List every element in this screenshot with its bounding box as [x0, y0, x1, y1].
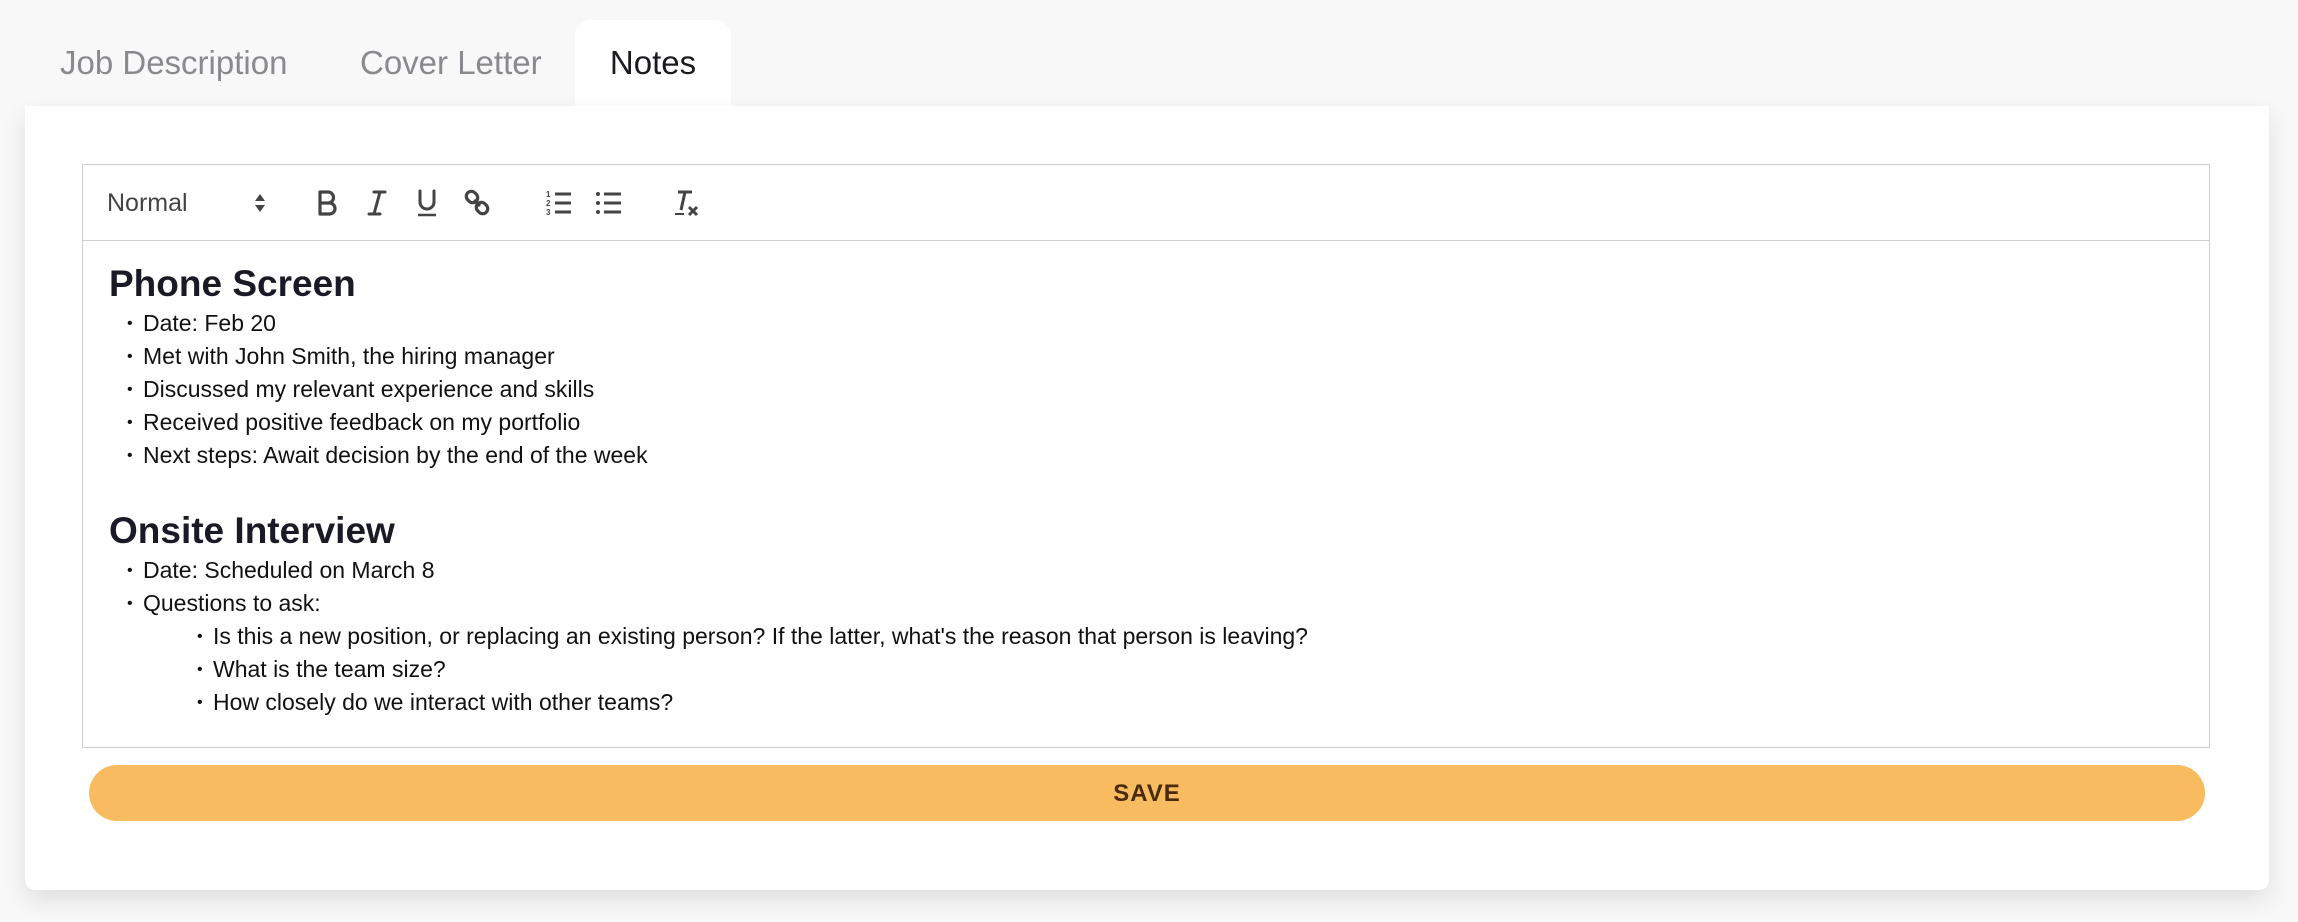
format-select-value: Normal [107, 188, 188, 217]
clear-formatting-button[interactable] [665, 165, 709, 241]
nested-list-item: How closely do we interact with other te… [109, 686, 2183, 719]
svg-text:2: 2 [546, 199, 551, 208]
tab-job-description[interactable]: Job Description [60, 20, 287, 106]
underline-button[interactable] [405, 165, 449, 241]
nested-bullet-list: Is this a new position, or replacing an … [109, 620, 2183, 719]
list-item: Date: Scheduled on March 8 [109, 554, 2183, 587]
bullet-list-button[interactable] [587, 165, 631, 241]
list-item: Questions to ask: [109, 587, 2183, 620]
tab-notes[interactable]: Notes [575, 20, 731, 106]
list-item: Met with John Smith, the hiring manager [109, 340, 2183, 373]
list-item: Received positive feedback on my portfol… [109, 406, 2183, 439]
list-item: Discussed my relevant experience and ski… [109, 373, 2183, 406]
bold-icon [315, 189, 339, 217]
link-button[interactable] [455, 165, 499, 241]
section-heading: Onsite Interview [109, 510, 395, 551]
italic-icon [366, 189, 388, 217]
ordered-list-button[interactable]: 123 [537, 165, 581, 241]
list-item: Next steps: Await decision by the end of… [109, 439, 2183, 472]
notes-panel: Normal 1 2 3 Phone Screen • Date: Feb 20… [25, 106, 2269, 890]
up-down-arrows-icon [253, 192, 267, 214]
save-button[interactable]: SAVE [89, 765, 2205, 821]
bullet-list: Date: Scheduled on March 8 Questions to … [109, 554, 2183, 620]
tab-cover-letter[interactable]: Cover Letter [360, 20, 542, 106]
tab-bar: Job Description Cover Letter Notes [0, 0, 2298, 106]
editor-content[interactable]: Phone Screen Date: Feb 20 Met with John … [83, 241, 2209, 739]
clear-formatting-icon [672, 188, 702, 218]
italic-button[interactable] [355, 165, 399, 241]
ordered-list-icon: 123 [545, 189, 573, 217]
nested-list-item: What is the team size? [109, 653, 2183, 686]
nested-list-item: Is this a new position, or replacing an … [109, 620, 2183, 653]
svg-text:3: 3 [546, 208, 551, 217]
bullet-list-icon [595, 189, 623, 217]
rich-text-editor: Normal 1 2 3 Phone Screen • Date: Feb 20… [82, 164, 2210, 748]
svg-text:1: 1 [546, 190, 551, 199]
editor-toolbar: Normal 1 2 3 [83, 165, 2209, 241]
format-select[interactable]: Normal [107, 165, 267, 241]
list-item: Date: Feb 20 [109, 307, 2183, 340]
bullet-list: Date: Feb 20 Met with John Smith, the hi… [109, 307, 2183, 472]
underline-icon [415, 188, 439, 218]
bold-button[interactable] [305, 165, 349, 241]
section-heading: Phone Screen [109, 263, 356, 304]
link-icon [463, 189, 491, 217]
